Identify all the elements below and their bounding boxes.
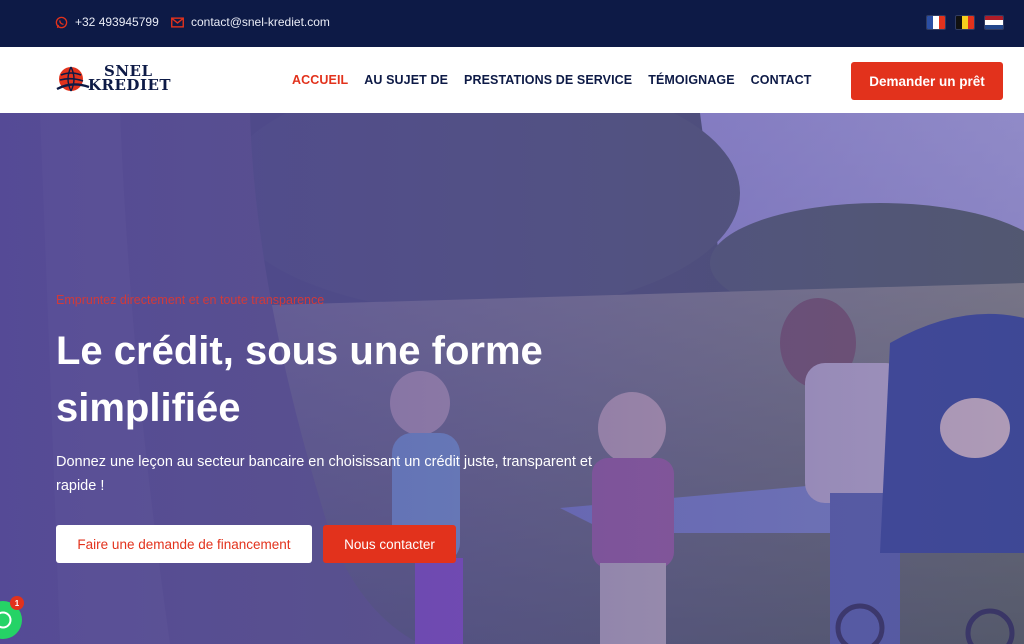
- language-switcher: [927, 16, 1003, 29]
- nav-prestations[interactable]: PRESTATIONS DE SERVICE: [464, 73, 632, 87]
- phone-contact[interactable]: +32 493945799: [55, 15, 159, 29]
- main-navbar: SNEL KREDIET ACCUEIL AU SUJET DE PRESTAT…: [0, 47, 1024, 113]
- globe-logo-icon: [56, 66, 90, 92]
- envelope-icon: [171, 16, 184, 28]
- nav-temoignage[interactable]: TÉMOIGNAGE: [648, 73, 734, 87]
- flag-fr-icon[interactable]: [927, 16, 945, 29]
- request-loan-button[interactable]: Demander un prêt: [851, 62, 1003, 100]
- notification-badge: 1: [10, 596, 24, 610]
- hero-subtext: Donnez une leçon au secteur bancaire en …: [56, 454, 593, 494]
- email-address: contact@snel-krediet.com: [191, 15, 330, 29]
- financing-request-button[interactable]: Faire une demande de financement: [56, 525, 312, 563]
- flag-nl-icon[interactable]: [985, 16, 1003, 29]
- whatsapp-icon: [0, 611, 12, 629]
- logo-line-2: KREDIET: [88, 76, 172, 94]
- email-contact[interactable]: contact@snel-krediet.com: [171, 15, 330, 29]
- nav-accueil[interactable]: ACCUEIL: [292, 73, 348, 87]
- nav-au-sujet-de[interactable]: AU SUJET DE: [364, 73, 448, 87]
- hero-tagline: Empruntez directement et en toute transp…: [56, 293, 325, 307]
- hero-section: Empruntez directement et en toute transp…: [0, 113, 1024, 644]
- nav-contact[interactable]: CONTACT: [751, 73, 812, 87]
- primary-nav: ACCUEIL AU SUJET DE PRESTATIONS DE SERVI…: [292, 73, 828, 87]
- hero-headline: Le crédit, sous une forme simplifiée: [56, 329, 543, 430]
- contact-us-button[interactable]: Nous contacter: [323, 525, 456, 563]
- site-logo[interactable]: SNEL KREDIET: [56, 64, 176, 96]
- flag-be-icon[interactable]: [956, 16, 974, 29]
- logo-wordmark: SNEL KREDIET: [88, 64, 172, 94]
- top-bar: +32 493945799 contact@snel-krediet.com: [0, 0, 1024, 47]
- phone-number: +32 493945799: [75, 15, 159, 29]
- whatsapp-icon: [55, 16, 68, 28]
